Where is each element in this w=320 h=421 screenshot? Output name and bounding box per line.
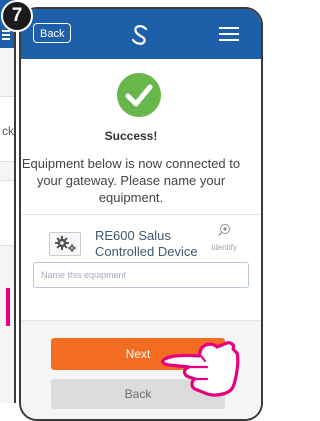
previous-menu-icon bbox=[2, 30, 10, 42]
success-message: Equipment below is now connected to your… bbox=[21, 156, 241, 205]
identify-label: Identify bbox=[211, 243, 237, 252]
hamburger-menu-icon[interactable] bbox=[219, 27, 239, 45]
previous-screen-text: ck bbox=[2, 124, 14, 138]
salus-logo bbox=[131, 25, 148, 45]
phone-screen: Back Success! Equipment below is now con… bbox=[19, 7, 263, 421]
pointing-hand-icon bbox=[161, 341, 240, 397]
previous-screen-highlight bbox=[6, 288, 10, 326]
identify-button[interactable]: Identify bbox=[207, 223, 241, 252]
check-circle-icon bbox=[117, 73, 161, 117]
app-header: Back bbox=[21, 9, 261, 59]
device-row: RE600 Salus Controlled Device Identify bbox=[21, 215, 261, 265]
step-number-badge: 7 bbox=[1, 0, 33, 32]
success-title: Success! bbox=[104, 129, 158, 143]
gear-icon bbox=[49, 232, 81, 256]
header-back-button[interactable]: Back bbox=[33, 23, 72, 43]
previous-screen-edge: ck bbox=[0, 0, 16, 403]
equipment-name-input[interactable] bbox=[33, 262, 249, 288]
device-name: RE600 Salus Controlled Device bbox=[95, 228, 198, 259]
previous-screen-row bbox=[0, 180, 14, 246]
identify-icon bbox=[218, 224, 230, 236]
